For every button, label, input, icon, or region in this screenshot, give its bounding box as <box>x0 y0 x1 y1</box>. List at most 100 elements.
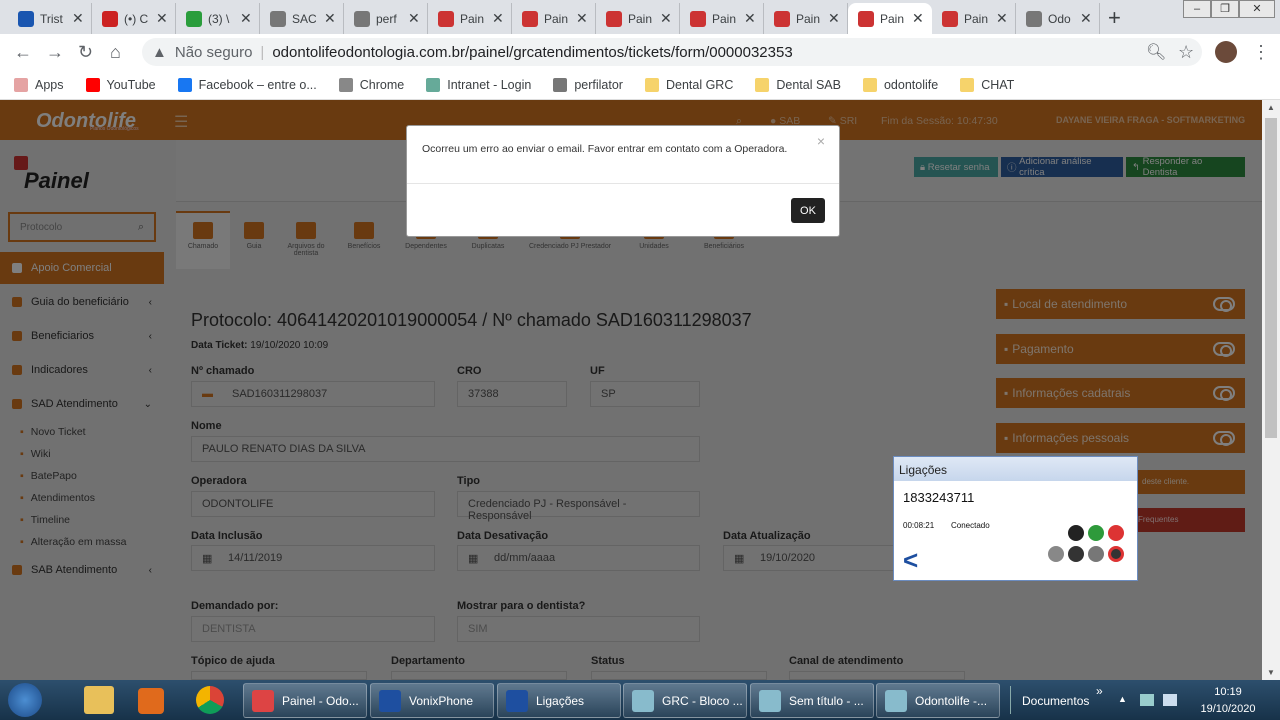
close-tab-icon[interactable]: ✕ <box>912 10 924 27</box>
bookmark-icon <box>960 77 975 92</box>
scroll-up-icon[interactable]: ▲ <box>1267 103 1275 112</box>
favicon-icon <box>1026 10 1042 27</box>
favicon-icon <box>606 10 622 27</box>
clock-date[interactable]: 19/10/2020 <box>1192 703 1264 715</box>
warning-icon: ▲ <box>152 43 167 61</box>
forward-icon[interactable]: → <box>46 42 64 63</box>
pause-icon[interactable] <box>1068 525 1084 541</box>
browser-tab[interactable]: Trist ✕ <box>8 3 92 34</box>
taskbar-label: VonixPhone <box>409 693 474 708</box>
security-label: Não seguro <box>174 43 253 61</box>
chrome-icon[interactable] <box>196 686 224 714</box>
close-tab-icon[interactable]: ✕ <box>744 10 756 27</box>
close-tab-icon[interactable]: ✕ <box>156 10 168 27</box>
bookmark-icon <box>426 77 441 92</box>
hangup-icon[interactable] <box>1108 525 1124 541</box>
bookmark-icon <box>177 77 192 92</box>
mute-icon[interactable] <box>1068 546 1084 562</box>
new-tab-button[interactable]: + <box>1108 5 1121 31</box>
reload-icon[interactable]: ↻ <box>78 42 93 63</box>
taskbar-app-icon <box>506 689 528 712</box>
bookmark-label: Facebook – entre o... <box>198 77 317 92</box>
call-icon[interactable] <box>1088 525 1104 541</box>
bookmark-item[interactable]: CHAT <box>960 77 1014 92</box>
minimize-button[interactable]: – <box>1183 0 1211 18</box>
taskbar-app-icon <box>252 689 274 712</box>
bookmark-item[interactable]: Chrome <box>338 77 404 92</box>
network-icon[interactable] <box>1140 694 1154 706</box>
taskbar-item[interactable]: Painel - Odo... <box>243 683 367 718</box>
taskbar-app-icon <box>632 689 654 712</box>
bookmark-icon <box>338 77 353 92</box>
volume-icon[interactable] <box>1088 546 1104 562</box>
browser-tab[interactable]: Pain ✕ <box>596 3 680 34</box>
clock-time[interactable]: 10:19 <box>1200 686 1256 698</box>
taskbar-item[interactable]: Sem título - ... <box>750 683 874 718</box>
taskbar-item[interactable]: Ligações <box>497 683 621 718</box>
zoom-icon[interactable]: 🔍︎ <box>1146 42 1166 62</box>
scroll-down-icon[interactable]: ▼ <box>1267 668 1275 677</box>
tab-title: Pain <box>964 11 988 26</box>
close-tab-icon[interactable]: ✕ <box>1080 10 1092 27</box>
close-tab-icon[interactable]: ✕ <box>240 10 252 27</box>
display-icon[interactable] <box>1163 694 1177 706</box>
bookmark-icon <box>755 77 770 92</box>
taskbar-item[interactable]: Odontolife -... <box>876 683 1000 718</box>
record-icon[interactable] <box>1108 546 1124 562</box>
ok-button[interactable]: OK <box>791 198 825 223</box>
close-tab-icon[interactable]: ✕ <box>324 10 336 27</box>
bookmark-icon <box>862 77 877 92</box>
tab-title: Trist <box>40 11 63 26</box>
close-icon[interactable]: × <box>817 133 825 149</box>
browser-tab[interactable]: Pain ✕ <box>764 3 848 34</box>
start-button[interactable] <box>8 683 42 717</box>
browser-tab[interactable]: (•) C ✕ <box>92 3 176 34</box>
close-window-button[interactable]: ✕ <box>1239 0 1275 18</box>
bookmark-item[interactable]: YouTube <box>85 77 156 92</box>
explorer-icon[interactable] <box>84 686 114 714</box>
bookmark-item[interactable]: Intranet - Login <box>426 77 531 92</box>
close-tab-icon[interactable]: ✕ <box>576 10 588 27</box>
transfer-icon[interactable] <box>1048 546 1064 562</box>
browser-tab[interactable]: Pain ✕ <box>428 3 512 34</box>
close-tab-icon[interactable]: ✕ <box>828 10 840 27</box>
close-tab-icon[interactable]: ✕ <box>492 10 504 27</box>
browser-tab[interactable]: perf ✕ <box>344 3 428 34</box>
browser-tab[interactable]: Pain ✕ <box>680 3 764 34</box>
documents-toolbar[interactable]: Documentos <box>1022 694 1089 708</box>
tray-arrow-icon[interactable]: ▲ <box>1118 694 1127 704</box>
star-icon[interactable]: ☆ <box>1178 42 1194 63</box>
taskbar-app-icon <box>379 689 401 712</box>
close-tab-icon[interactable]: ✕ <box>72 10 84 27</box>
browser-tab[interactable]: Pain ✕ <box>848 3 932 34</box>
browser-tab[interactable]: (3) \ ✕ <box>176 3 260 34</box>
avatar[interactable] <box>1215 41 1237 63</box>
maximize-button[interactable]: ❐ <box>1211 0 1239 18</box>
chevron-right-icon[interactable]: » <box>1096 684 1103 698</box>
taskbar-item[interactable]: VonixPhone <box>370 683 494 718</box>
taskbar-label: GRC - Bloco ... <box>662 693 743 708</box>
tab-title: Odo <box>1048 11 1071 26</box>
bookmark-item[interactable]: perfilator <box>553 77 623 92</box>
media-player-icon[interactable] <box>138 688 164 714</box>
favicon-icon <box>858 10 874 27</box>
back-icon[interactable]: ← <box>14 42 32 63</box>
bookmark-item[interactable]: Facebook – entre o... <box>177 77 317 92</box>
home-icon[interactable]: ⌂ <box>110 42 121 63</box>
close-tab-icon[interactable]: ✕ <box>408 10 420 27</box>
calls-title: Ligações <box>894 457 1137 481</box>
browser-tab[interactable]: SAC ✕ <box>260 3 344 34</box>
browser-tab[interactable]: Pain ✕ <box>932 3 1016 34</box>
taskbar-item[interactable]: GRC - Bloco ... <box>623 683 747 718</box>
bookmark-item[interactable]: Dental SAB <box>755 77 841 92</box>
close-tab-icon[interactable]: ✕ <box>996 10 1008 27</box>
browser-tab[interactable]: Odo ✕ <box>1016 3 1100 34</box>
address-bar[interactable]: ▲ Não seguro | odontolifeodontologia.com… <box>142 38 1202 66</box>
bookmark-item[interactable]: odontolife <box>862 77 938 92</box>
bookmark-item[interactable]: Apps <box>14 77 64 92</box>
scrollbar-thumb[interactable] <box>1265 118 1277 438</box>
close-tab-icon[interactable]: ✕ <box>660 10 672 27</box>
bookmark-item[interactable]: Dental GRC <box>644 77 733 92</box>
menu-icon[interactable]: ⋮ <box>1252 42 1270 63</box>
browser-tab[interactable]: Pain ✕ <box>512 3 596 34</box>
